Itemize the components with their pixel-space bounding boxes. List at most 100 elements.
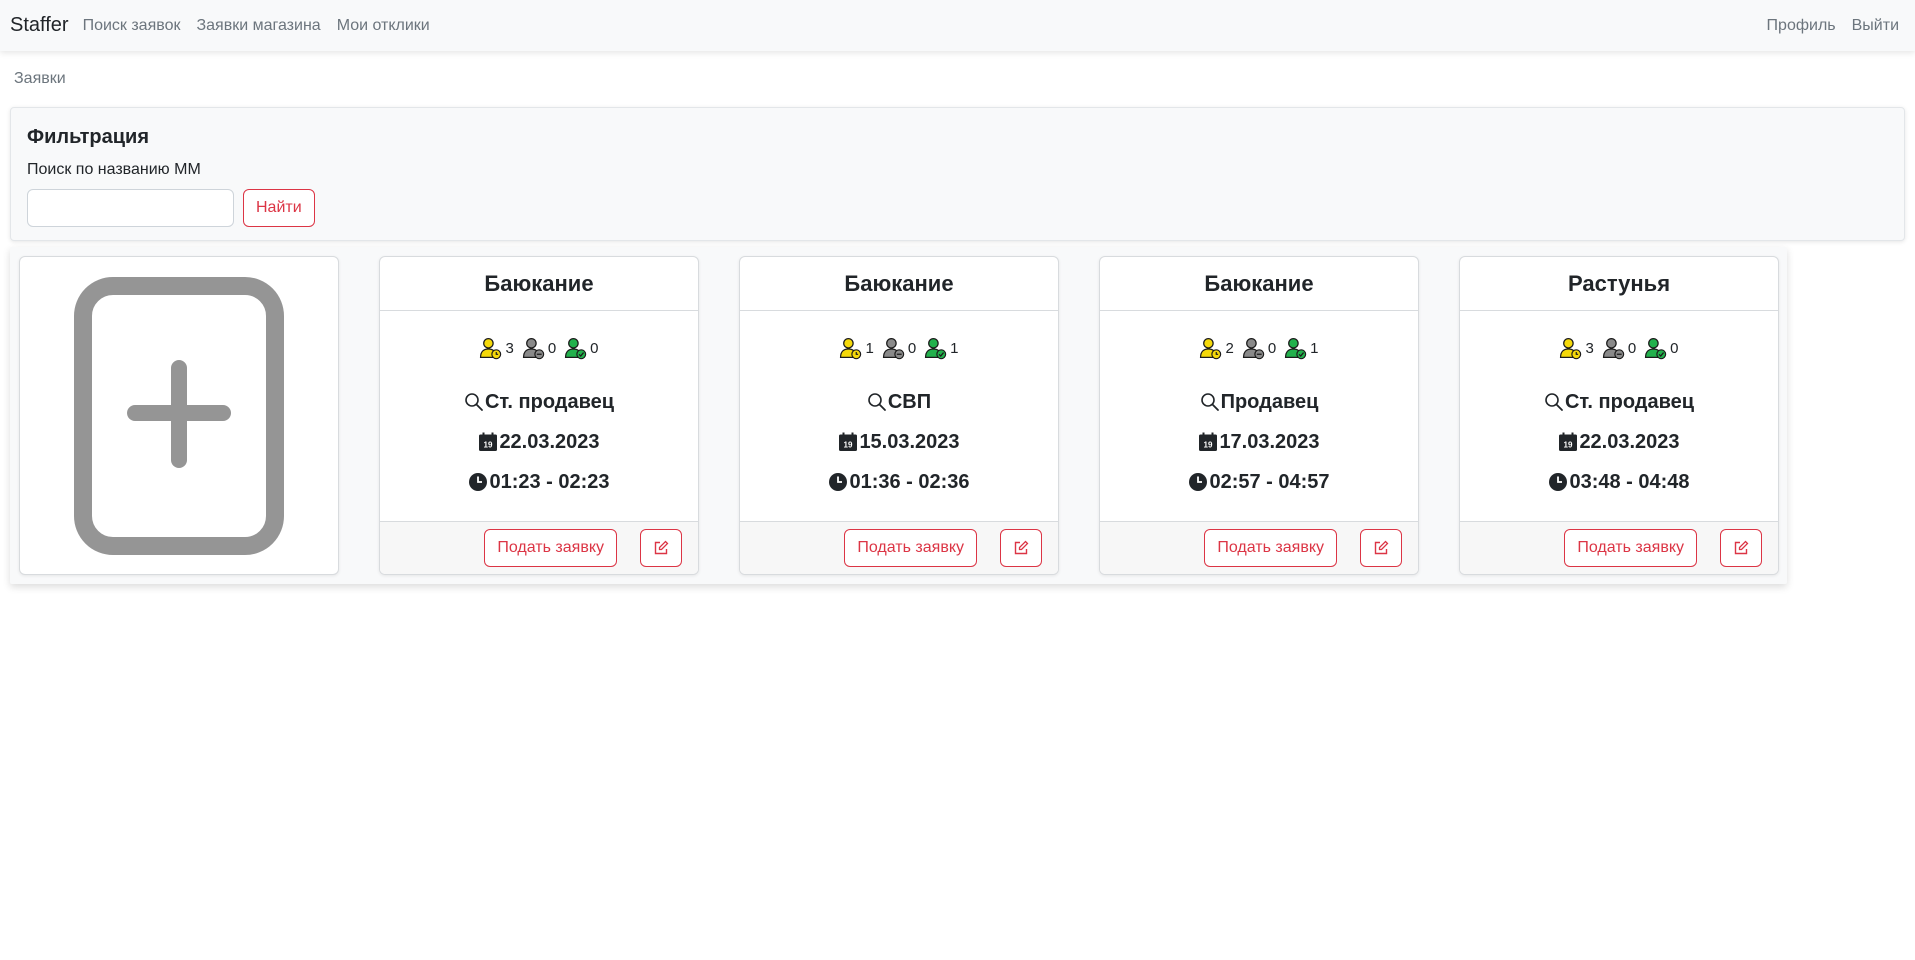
request-card: Баюкание 1 0 1 СВП 19 15.03.2023 01:36 -…: [739, 256, 1059, 575]
svg-text:19: 19: [484, 441, 493, 450]
edit-icon: [1734, 540, 1749, 555]
edit-button[interactable]: [1000, 529, 1042, 567]
search-icon: [868, 393, 886, 411]
nav-link-search-requests[interactable]: Поиск заявок: [83, 17, 181, 35]
request-card: Баюкание 2 0 1 Продавец 19 17.03.2023 02…: [1099, 256, 1419, 575]
neutral-count: 0: [1267, 340, 1277, 357]
neutral-user-icon: [1602, 337, 1625, 360]
approved-user-icon: [924, 337, 947, 360]
pending-stat: 1: [839, 337, 874, 360]
neutral-count: 0: [1627, 340, 1637, 357]
card-date: 19 22.03.2023: [380, 422, 698, 462]
request-cards-container: Баюкание 3 0 0 Ст. продавец 19 22.03.202…: [10, 247, 1787, 584]
neutral-user-icon: [522, 337, 545, 360]
edit-icon: [654, 540, 669, 555]
card-footer: Подать заявку: [1460, 521, 1778, 574]
add-request-card[interactable]: [19, 256, 339, 575]
approved-count: 0: [590, 340, 599, 357]
apply-button[interactable]: Подать заявку: [484, 529, 617, 567]
apply-button[interactable]: Подать заявку: [1204, 529, 1337, 567]
card-stats: 1 0 1: [740, 337, 1058, 360]
card-footer: Подать заявку: [1100, 521, 1418, 574]
clock-icon: [469, 473, 488, 491]
position-text: СВП: [887, 390, 932, 413]
filter-row: Найти: [27, 189, 1888, 227]
date-text: 17.03.2023: [1219, 430, 1320, 453]
approved-count: 1: [950, 340, 959, 357]
card-store-title: Баюкание: [740, 257, 1058, 311]
apply-button[interactable]: Подать заявку: [844, 529, 977, 567]
card-position: Продавец: [1100, 382, 1418, 422]
date-text: 15.03.2023: [859, 430, 960, 453]
card-stats: 3 0 0: [1460, 337, 1778, 360]
neutral-user-icon: [882, 337, 905, 360]
neutral-stat: 0: [522, 337, 556, 360]
search-icon: [1545, 393, 1563, 411]
pending-stat: 3: [479, 337, 514, 360]
neutral-stat: 0: [1242, 337, 1276, 360]
pending-user-icon: [839, 337, 862, 360]
approved-user-icon: [1284, 337, 1307, 360]
nav-link-logout[interactable]: Выйти: [1852, 17, 1899, 35]
approved-stat: 1: [924, 337, 959, 360]
date-text: 22.03.2023: [1579, 430, 1680, 453]
pending-user-icon: [1199, 337, 1222, 360]
svg-text:19: 19: [1564, 441, 1573, 450]
apply-button[interactable]: Подать заявку: [1564, 529, 1697, 567]
pending-stat: 3: [1559, 337, 1594, 360]
brand-logo[interactable]: Staffer: [10, 14, 69, 37]
top-navbar: Staffer Поиск заявок Заявки магазина Мои…: [0, 0, 1915, 51]
nav-link-profile[interactable]: Профиль: [1767, 17, 1836, 35]
card-position: СВП: [740, 382, 1058, 422]
calendar-icon: 19: [839, 432, 858, 451]
card-position: Ст. продавец: [380, 382, 698, 422]
card-footer: Подать заявку: [380, 521, 698, 574]
card-store-title: Баюкание: [1100, 257, 1418, 311]
search-icon: [1200, 393, 1219, 411]
edit-icon: [1014, 540, 1029, 555]
clock-icon: [829, 473, 848, 491]
date-text: 22.03.2023: [499, 430, 600, 453]
svg-text:19: 19: [844, 441, 853, 450]
approved-stat: 1: [1284, 337, 1319, 360]
edit-button[interactable]: [1360, 529, 1402, 567]
approved-user-icon: [564, 337, 587, 360]
nav-link-my-responses[interactable]: Мои отклики: [337, 17, 430, 35]
request-card: Баюкание 3 0 0 Ст. продавец 19 22.03.202…: [379, 256, 699, 575]
position-text: Ст. продавец: [484, 390, 615, 413]
card-time: 01:23 - 02:23: [380, 462, 698, 502]
pending-count: 3: [505, 340, 514, 357]
search-icon: [465, 393, 483, 411]
time-text: 01:23 - 02:23: [489, 470, 610, 493]
approved-count: 0: [1670, 340, 1679, 357]
filter-label: Поиск по названию ММ: [27, 161, 201, 178]
filter-title: Фильтрация: [27, 126, 150, 148]
pending-user-icon: [1559, 337, 1582, 360]
approved-count: 1: [1310, 340, 1319, 357]
card-date: 19 17.03.2023: [1100, 422, 1418, 462]
card-stats: 2 0 1: [1100, 337, 1418, 360]
edit-icon: [1374, 540, 1389, 555]
pending-count: 2: [1225, 340, 1234, 357]
nav-link-store-requests[interactable]: Заявки магазина: [196, 17, 320, 35]
store-search-input[interactable]: [27, 189, 234, 227]
approved-stat: 0: [1644, 337, 1679, 360]
time-text: 02:57 - 04:57: [1209, 470, 1330, 493]
card-time: 01:36 - 02:36: [740, 462, 1058, 502]
calendar-icon: 19: [1559, 432, 1578, 451]
neutral-user-icon: [1242, 337, 1265, 360]
clock-icon: [1549, 473, 1568, 491]
nav-right-group: Профиль Выйти: [1751, 17, 1905, 35]
add-document-icon: [74, 276, 284, 555]
pending-user-icon: [479, 337, 502, 360]
pending-count: 3: [1585, 340, 1594, 357]
edit-button[interactable]: [640, 529, 682, 567]
approved-user-icon: [1644, 337, 1667, 360]
clock-icon: [1189, 473, 1208, 491]
card-footer: Подать заявку: [740, 521, 1058, 574]
position-text: Ст. продавец: [1564, 390, 1695, 413]
svg-text:19: 19: [1204, 441, 1213, 450]
edit-button[interactable]: [1720, 529, 1762, 567]
find-button[interactable]: Найти: [243, 189, 315, 227]
approved-stat: 0: [564, 337, 599, 360]
